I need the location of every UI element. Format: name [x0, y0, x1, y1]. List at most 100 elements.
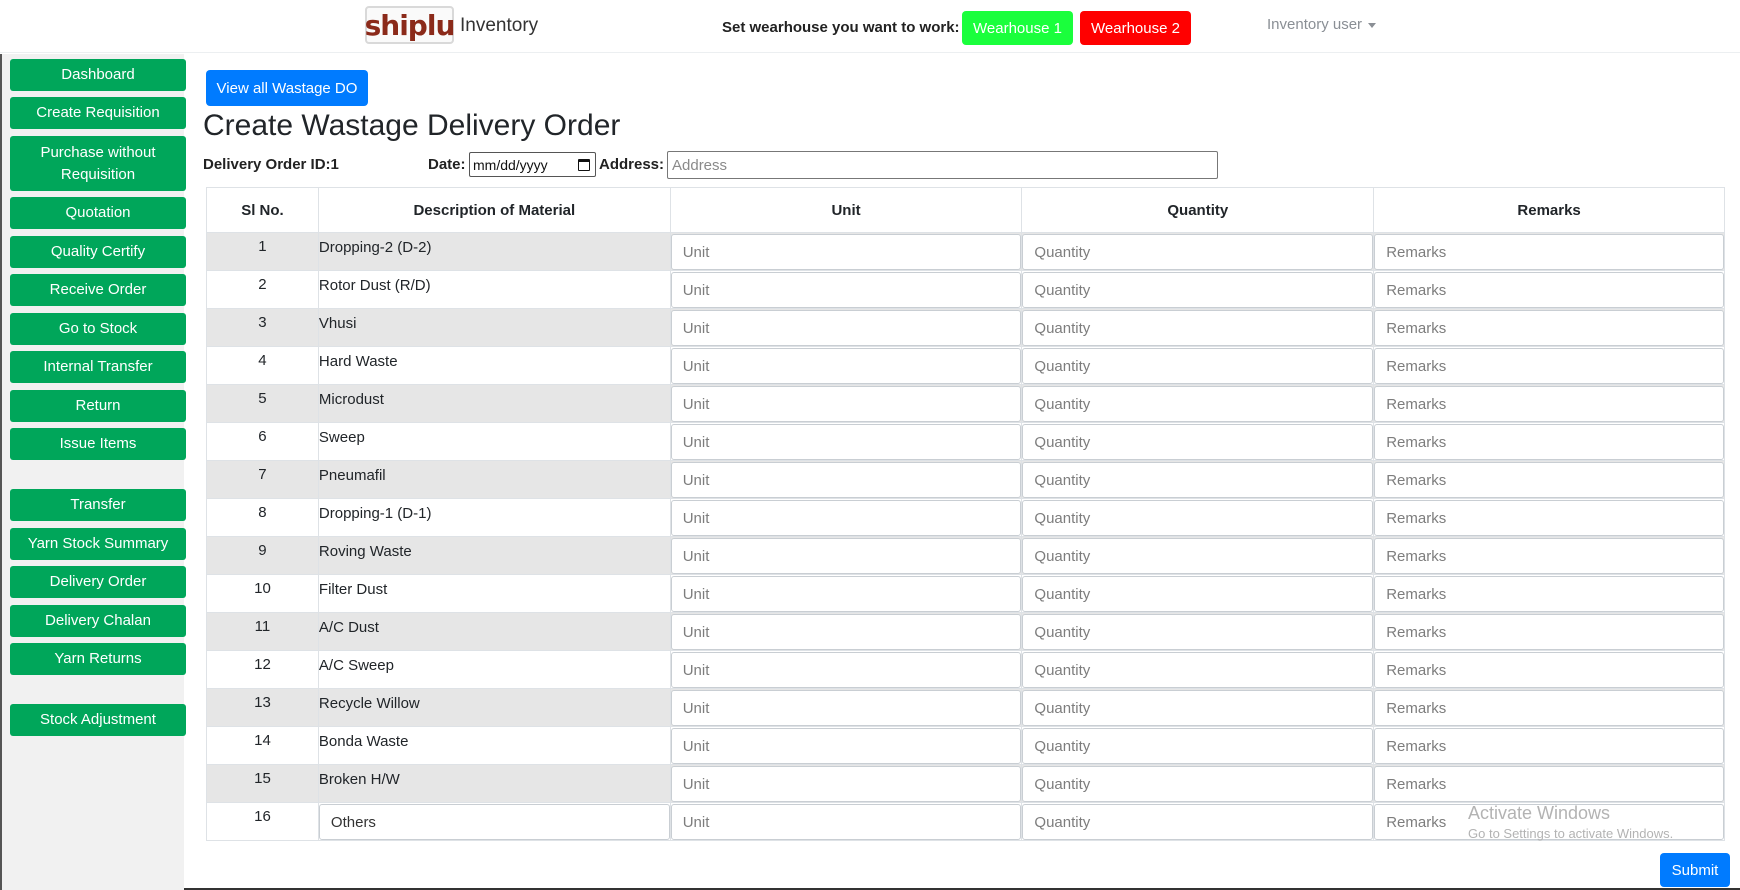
date-input[interactable]: mm/dd/yyyy [469, 152, 596, 177]
sidebar-item-yarn-stock-summary[interactable]: Yarn Stock Summary [10, 528, 186, 560]
quantity-cell: Quantity [1021, 384, 1375, 423]
user-menu-dropdown[interactable]: Inventory user [1267, 16, 1377, 33]
warehouse-2-button[interactable]: Wearhouse 2 [1080, 11, 1191, 45]
unit-input[interactable]: Unit [670, 804, 1022, 840]
remarks-input[interactable]: Remarks [1374, 462, 1724, 498]
remarks-cell: Remarks [1373, 346, 1725, 385]
unit-cell: Unit [669, 802, 1023, 841]
col-header-remarks: Remarks [1373, 187, 1725, 233]
remarks-input[interactable]: Remarks [1374, 272, 1724, 308]
sl-no-cell: 12 [206, 650, 319, 689]
remarks-input[interactable]: Remarks [1374, 500, 1724, 536]
unit-input[interactable]: Unit [670, 766, 1022, 802]
remarks-input[interactable]: Remarks [1374, 576, 1724, 612]
activate-windows-watermark: Activate Windows Go to Settings to activ… [1468, 803, 1673, 841]
unit-input[interactable]: Unit [670, 386, 1022, 422]
quantity-input[interactable]: Quantity [1022, 462, 1374, 498]
remarks-input[interactable]: Remarks [1374, 234, 1724, 270]
unit-input[interactable]: Unit [670, 272, 1022, 308]
sidebar-item-create-requisition[interactable]: Create Requisition [10, 97, 186, 129]
unit-input[interactable]: Unit [670, 310, 1022, 346]
quantity-input[interactable]: Quantity [1022, 386, 1374, 422]
remarks-input[interactable]: Remarks [1374, 766, 1724, 802]
remarks-cell: Remarks [1373, 270, 1725, 309]
remarks-input[interactable]: Remarks [1374, 690, 1724, 726]
unit-input[interactable]: Unit [670, 538, 1022, 574]
sl-no-cell: 2 [206, 270, 319, 309]
unit-input[interactable]: Unit [670, 614, 1022, 650]
quantity-input[interactable]: Quantity [1022, 424, 1374, 460]
remarks-input[interactable]: Remarks [1374, 386, 1724, 422]
unit-input[interactable]: Unit [670, 424, 1022, 460]
quantity-input[interactable]: Quantity [1022, 766, 1374, 802]
quantity-input[interactable]: Quantity [1022, 272, 1374, 308]
sidebar-item-dashboard[interactable]: Dashboard [10, 59, 186, 91]
unit-input[interactable]: Unit [670, 462, 1022, 498]
unit-cell: Unit [669, 612, 1023, 651]
quantity-input[interactable]: Quantity [1022, 310, 1374, 346]
remarks-input[interactable]: Remarks [1374, 538, 1724, 574]
sidebar-item-purchase-without-requisition[interactable]: Purchase without Requisition [10, 136, 186, 191]
sidebar-item-delivery-order[interactable]: Delivery Order [10, 566, 186, 598]
quantity-input[interactable]: Quantity [1022, 348, 1374, 384]
quantity-input[interactable]: Quantity [1022, 652, 1374, 688]
remarks-input[interactable]: Remarks [1374, 614, 1724, 650]
sidebar-item-quotation[interactable]: Quotation [10, 197, 186, 229]
sidebar-item-go-to-stock[interactable]: Go to Stock [10, 313, 186, 345]
table-row: 1 Dropping-2 (D-2) Unit Quantity Remarks [206, 232, 1725, 271]
calendar-icon[interactable] [578, 159, 590, 171]
address-label: Address: [599, 156, 665, 173]
remarks-input[interactable]: Remarks [1374, 348, 1724, 384]
sl-no-cell: 5 [206, 384, 319, 423]
unit-cell: Unit [669, 308, 1023, 347]
sidebar-item-quality-certify[interactable]: Quality Certify [10, 236, 186, 268]
unit-input[interactable]: Unit [670, 576, 1022, 612]
quantity-input[interactable]: Quantity [1022, 614, 1374, 650]
shiplu-logo[interactable]: shiplu [365, 6, 455, 44]
sidebar-item-receive-order[interactable]: Receive Order [10, 274, 186, 306]
quantity-cell: Quantity [1021, 498, 1375, 537]
sidebar-item-stock-adjustment[interactable]: Stock Adjustment [10, 704, 186, 736]
remarks-input[interactable]: Remarks [1374, 728, 1724, 764]
sidebar-item-yarn-returns[interactable]: Yarn Returns [10, 643, 186, 675]
quantity-input[interactable]: Quantity [1022, 804, 1374, 840]
unit-input[interactable]: Unit [670, 500, 1022, 536]
sidebar-item-issue-items[interactable]: Issue Items [10, 428, 186, 460]
table-row: 13 Recycle Willow Unit Quantity Remarks [206, 688, 1725, 727]
view-all-wastage-do-button[interactable]: View all Wastage DO [206, 70, 368, 106]
others-description-input[interactable]: Others [318, 804, 670, 840]
remarks-input[interactable]: Remarks [1374, 652, 1724, 688]
quantity-input[interactable]: Quantity [1022, 728, 1374, 764]
table-row: 10 Filter Dust Unit Quantity Remarks [206, 574, 1725, 613]
description-cell: Sweep [317, 422, 671, 461]
quantity-input[interactable]: Quantity [1022, 690, 1374, 726]
sidebar-item-transfer[interactable]: Transfer [10, 489, 186, 521]
quantity-input[interactable]: Quantity [1022, 576, 1374, 612]
sidebar-item-delivery-chalan[interactable]: Delivery Chalan [10, 605, 186, 637]
quantity-cell: Quantity [1021, 612, 1375, 651]
sidebar-item-return[interactable]: Return [10, 390, 186, 422]
submit-button[interactable]: Submit [1660, 853, 1730, 887]
unit-input[interactable]: Unit [670, 234, 1022, 270]
remarks-input[interactable]: Remarks [1374, 310, 1724, 346]
date-placeholder: mm/dd/yyyy [473, 156, 548, 173]
quantity-cell: Quantity [1021, 726, 1375, 765]
sidebar-item-internal-transfer[interactable]: Internal Transfer [10, 351, 186, 383]
remarks-cell: Remarks [1373, 688, 1725, 727]
warehouse-1-button[interactable]: Wearhouse 1 [962, 11, 1073, 45]
brand-name[interactable]: Inventory [460, 15, 538, 37]
quantity-cell: Quantity [1021, 650, 1375, 689]
address-input[interactable]: Address [667, 151, 1218, 179]
unit-input[interactable]: Unit [670, 652, 1022, 688]
description-cell: Roving Waste [317, 536, 671, 575]
unit-input[interactable]: Unit [670, 348, 1022, 384]
quantity-cell: Quantity [1021, 270, 1375, 309]
quantity-input[interactable]: Quantity [1022, 500, 1374, 536]
unit-input[interactable]: Unit [670, 728, 1022, 764]
quantity-input[interactable]: Quantity [1022, 538, 1374, 574]
unit-input[interactable]: Unit [670, 690, 1022, 726]
quantity-cell: Quantity [1021, 346, 1375, 385]
quantity-input[interactable]: Quantity [1022, 234, 1374, 270]
table-row: 9 Roving Waste Unit Quantity Remarks [206, 536, 1725, 575]
remarks-input[interactable]: Remarks [1374, 424, 1724, 460]
